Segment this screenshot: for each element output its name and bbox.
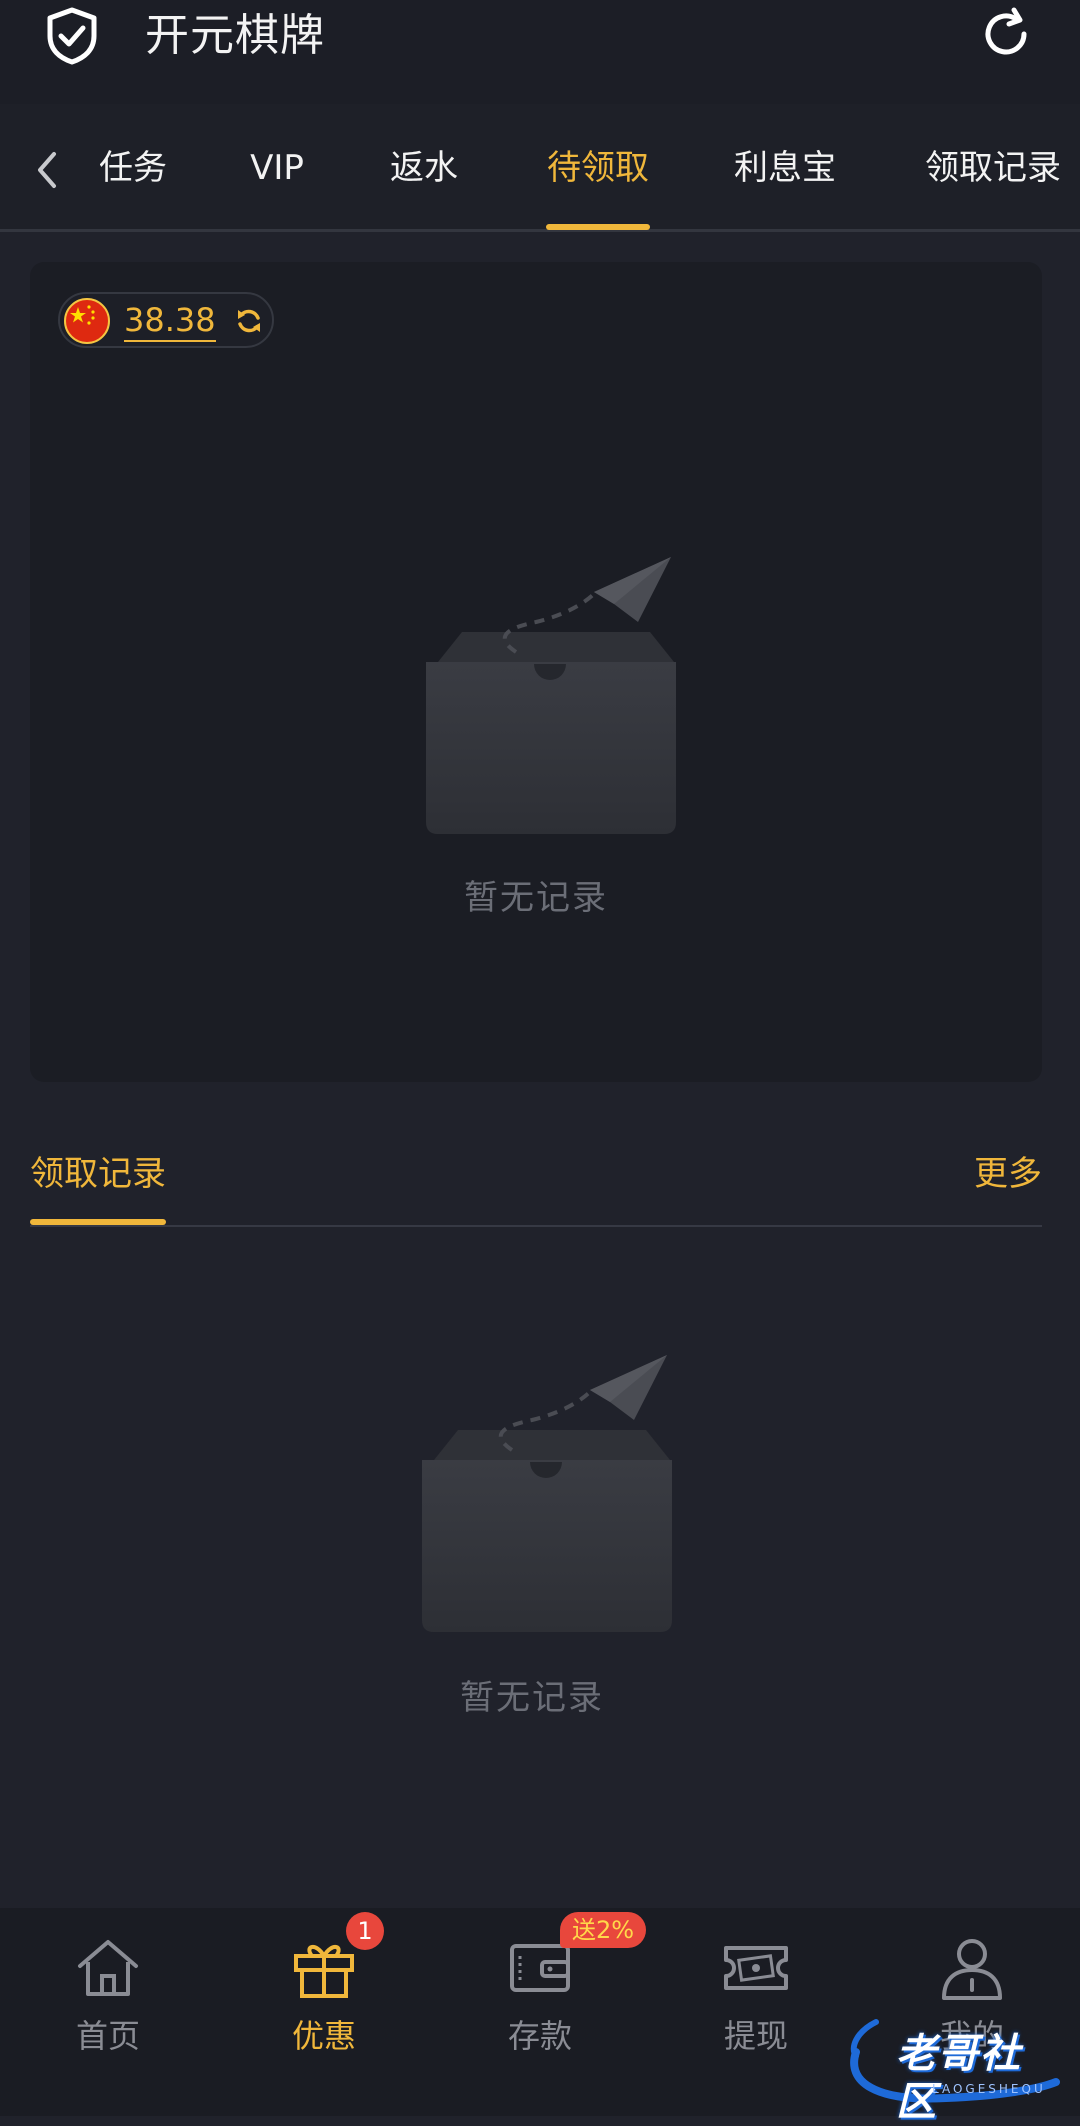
app-header: 开元棋牌 xyxy=(0,0,1080,104)
nav-home-label: 首页 xyxy=(75,2017,140,2055)
sync-icon[interactable] xyxy=(234,306,264,336)
tab-interest[interactable]: 利息宝 xyxy=(734,144,836,192)
records-more-link[interactable]: 更多 xyxy=(974,1150,1042,1198)
records-divider xyxy=(30,1225,1042,1227)
nav-promo[interactable]: 1 优惠 xyxy=(216,1908,432,2116)
nav-withdraw[interactable]: 提现 xyxy=(648,1908,864,2116)
tab-rebate[interactable]: 返水 xyxy=(390,144,458,192)
empty-box-icon xyxy=(422,1355,672,1632)
watermark-logo: 老哥社区 LAOGESHEQU xyxy=(836,2012,1062,2125)
records-title-underline xyxy=(30,1219,166,1225)
empty-box-icon xyxy=(426,557,676,834)
nav-home[interactable]: 首页 xyxy=(0,1908,216,2116)
tab-vip[interactable]: VIP xyxy=(250,144,304,192)
watermark-subtext: LAOGESHEQU xyxy=(932,2082,1046,2096)
user-icon xyxy=(942,1939,1002,2000)
balance-amount: 38.38 xyxy=(124,300,216,342)
nav-withdraw-label: 提现 xyxy=(723,2017,788,2055)
shield-check-icon[interactable] xyxy=(44,6,100,66)
records-title[interactable]: 领取记录 xyxy=(30,1150,166,1198)
tab-pending[interactable]: 待领取 xyxy=(547,144,649,192)
refresh-icon[interactable] xyxy=(976,4,1036,64)
empty-state-text: 暂无记录 xyxy=(464,878,608,918)
pending-card: 38.38 暂无记录 xyxy=(30,262,1042,1082)
nav-deposit-label: 存款 xyxy=(507,2017,572,2055)
tab-scroll: 任务 VIP 返水 待领取 利息宝 领取记录 xyxy=(100,104,1080,232)
nav-promo-label: 优惠 xyxy=(291,2017,356,2055)
balance-pill[interactable]: 38.38 xyxy=(58,292,274,348)
active-tab-indicator xyxy=(546,224,650,230)
tab-bar: 任务 VIP 返水 待领取 利息宝 领取记录 xyxy=(0,104,1080,232)
deposit-promo-badge: 送2% xyxy=(560,1912,647,1948)
nav-deposit[interactable]: 送2% 存款 xyxy=(432,1908,648,2116)
promo-badge: 1 xyxy=(346,1912,384,1950)
chevron-left-icon[interactable] xyxy=(30,148,62,192)
watermark-text: 老哥社区 xyxy=(896,2031,1022,2125)
page-title: 开元棋牌 xyxy=(145,10,325,61)
tab-claim-records[interactable]: 领取记录 xyxy=(925,144,1061,192)
cash-icon xyxy=(724,1946,788,1990)
tab-task[interactable]: 任务 xyxy=(100,144,167,192)
china-flag-icon xyxy=(64,298,110,344)
records-empty-text: 暂无记录 xyxy=(460,1678,604,1718)
home-icon xyxy=(78,1940,138,1996)
